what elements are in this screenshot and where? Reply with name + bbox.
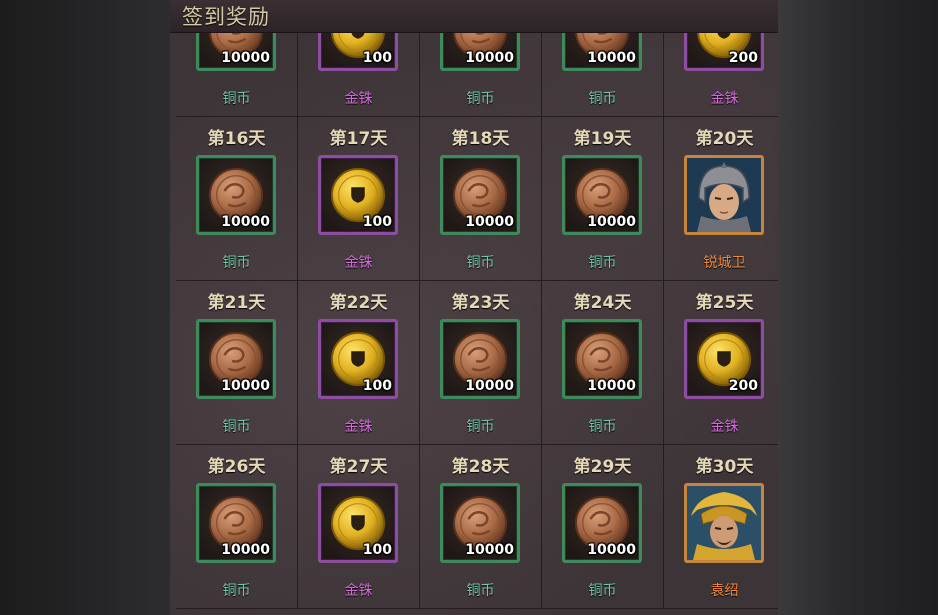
day-label: 第24天 [573,293,632,313]
reward-icon-frame[interactable]: 10000 [562,155,642,235]
day-label: 第18天 [451,129,510,149]
reward-name: 金铢 [710,419,739,435]
reward-icon-frame[interactable]: 10000 [196,483,276,563]
reward-name: 铜币 [466,419,495,435]
reward-quantity: 10000 [221,378,270,394]
reward-name: 金铢 [344,255,373,271]
day-label: 第27天 [329,457,388,477]
day-label: 第26天 [207,457,266,477]
reward-name: 铜币 [588,255,617,271]
reward-quantity: 10000 [465,214,514,230]
reward-name: 金铢 [344,91,373,107]
reward-name: 铜币 [466,91,495,107]
day-label: 第20天 [695,129,754,149]
reward-cell[interactable]: 第29天 10000 铜币 [542,445,664,609]
reward-name: 金铢 [344,419,373,435]
reward-icon-frame[interactable]: 10000 [196,319,276,399]
panel-header: 签到奖励 [170,0,778,33]
reward-quantity: 10000 [587,214,636,230]
reward-icon-frame[interactable]: 100 [318,319,398,399]
reward-cell[interactable]: 第17天 100 金铢 [298,117,420,281]
reward-icon-frame[interactable]: 10000 [562,483,642,563]
background-right [778,0,938,615]
signin-reward-panel: 10000 铜币 100 金铢 10000 铜币 10000 铜币 200 金铢 第16天 [170,0,778,615]
reward-cell[interactable]: 第18天 10000 铜币 [420,117,542,281]
reward-cell[interactable]: 第24天 10000 铜币 [542,281,664,445]
reward-cell[interactable]: 第19天 10000 铜币 [542,117,664,281]
reward-icon-frame[interactable]: 10000 [196,155,276,235]
reward-quantity: 100 [362,542,392,558]
panel-title: 签到奖励 [182,5,270,29]
reward-cell[interactable]: 第26天 10000 铜币 [176,445,298,609]
reward-cell[interactable]: 第23天 10000 铜币 [420,281,542,445]
reward-name: 铜币 [222,419,251,435]
reward-quantity: 100 [362,50,392,66]
day-label: 第16天 [207,129,266,149]
background-left [0,0,170,615]
reward-name: 铜币 [222,583,251,599]
reward-cell[interactable]: 第21天 10000 铜币 [176,281,298,445]
reward-quantity: 100 [362,214,392,230]
day-label: 第28天 [451,457,510,477]
reward-name: 锐城卫 [703,255,746,271]
reward-cell[interactable]: 第27天 100 金铢 [298,445,420,609]
reward-cell[interactable]: 第20天 锐城卫 [664,117,778,281]
reward-name: 金铢 [344,583,373,599]
reward-quantity: 200 [728,50,758,66]
reward-quantity: 10000 [587,542,636,558]
day-label: 第29天 [573,457,632,477]
reward-icon-frame[interactable]: 100 [318,155,398,235]
day-label: 第30天 [695,457,754,477]
reward-name: 铜币 [222,255,251,271]
reward-name: 铜币 [588,419,617,435]
reward-icon-frame[interactable]: 10000 [440,319,520,399]
reward-name: 铜币 [466,255,495,271]
reward-cell[interactable]: 第16天 10000 铜币 [176,117,298,281]
reward-name: 金铢 [710,91,739,107]
reward-quantity: 10000 [587,50,636,66]
reward-quantity: 10000 [465,378,514,394]
reward-quantity: 200 [728,378,758,394]
reward-name: 铜币 [222,91,251,107]
reward-name: 袁绍 [710,583,739,599]
reward-icon-frame[interactable] [684,155,764,235]
reward-quantity: 10000 [587,378,636,394]
reward-cell[interactable]: 第22天 100 金铢 [298,281,420,445]
reward-name: 铜币 [466,583,495,599]
reward-icon-frame[interactable] [684,483,764,563]
reward-quantity: 10000 [465,542,514,558]
reward-icon-frame[interactable]: 10000 [440,483,520,563]
reward-quantity: 100 [362,378,392,394]
reward-icon-frame[interactable]: 10000 [562,319,642,399]
reward-name: 铜币 [588,583,617,599]
reward-icon-frame[interactable]: 100 [318,483,398,563]
day-label: 第17天 [329,129,388,149]
reward-icon-frame[interactable]: 10000 [440,155,520,235]
reward-cell[interactable]: 第30天 袁绍 [664,445,778,609]
reward-name: 铜币 [588,91,617,107]
reward-quantity: 10000 [221,542,270,558]
day-label: 第19天 [573,129,632,149]
reward-quantity: 10000 [221,214,270,230]
helmeted-soldier-portrait-icon [687,158,761,232]
day-label: 第21天 [207,293,266,313]
reward-grid: 10000 铜币 100 金铢 10000 铜币 10000 铜币 200 金铢 第16天 [176,0,778,609]
day-label: 第22天 [329,293,388,313]
reward-icon-frame[interactable]: 200 [684,319,764,399]
reward-quantity: 10000 [221,50,270,66]
reward-cell[interactable]: 第25天 200 金铢 [664,281,778,445]
day-label: 第25天 [695,293,754,313]
reward-quantity: 10000 [465,50,514,66]
reward-cell[interactable]: 第28天 10000 铜币 [420,445,542,609]
day-label: 第23天 [451,293,510,313]
golden-armored-general-portrait-icon [687,486,761,560]
